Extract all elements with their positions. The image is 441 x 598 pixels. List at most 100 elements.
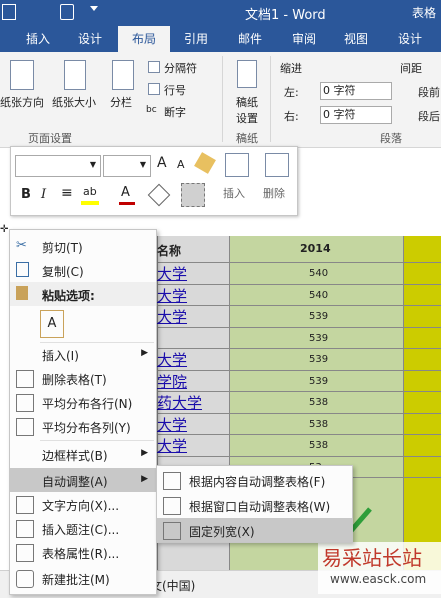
tab-review[interactable]: 审阅 [282,26,326,52]
table-cell-value: 538 [309,440,329,451]
font-name-dropdown[interactable]: ▼ [15,155,101,177]
watermark: 易采站长站 www.easck.com [318,542,441,594]
font-color-icon[interactable]: A [121,185,130,200]
menu-item-new-comment[interactable]: 新建批注(M) [10,566,156,590]
table-row[interactable]: 539 [157,326,441,349]
page-setup-group-label: 页面设置 [28,132,72,145]
table-cell-value: 540 [309,289,329,301]
table-header-name: 名称 [157,244,182,258]
orientation-icon[interactable] [10,60,34,90]
table-row[interactable]: 大学 538 [157,434,441,456]
contextual-tab-group-label: 表格 [412,6,437,20]
manuscript-icon[interactable] [237,60,257,88]
indent-right-input[interactable]: 0 字符 [320,106,392,124]
table-cell-name[interactable]: 学院 [157,371,187,392]
table-cell-name[interactable]: 大学 [157,285,187,306]
print-preview-icon[interactable] [60,4,74,20]
submenu-fit-window[interactable]: 根据窗口自动调整表格(W) [157,493,352,517]
highlight-color-icon[interactable] [81,201,99,205]
tab-layout[interactable]: 布局 [118,26,170,52]
table-row[interactable]: 大学 540 [157,262,441,284]
autofit-submenu: 根据内容自动调整表格(F) 根据窗口自动调整表格(W) 固定列宽(X) [156,465,353,543]
tab-insert[interactable]: 插入 [14,26,62,52]
manuscript-label-1[interactable]: 稿纸 [236,94,258,110]
tab-table-design[interactable]: 设计 [388,26,432,52]
insert-table-icon[interactable] [225,153,249,177]
paragraph-group-label: 段落 [380,132,402,145]
line-numbers-button[interactable]: 行号 [164,82,186,98]
customize-quick-access-icon[interactable] [90,6,98,11]
menu-item-table-properties[interactable]: 表格属性(R)... [10,540,156,564]
menu-item-cut[interactable]: ✂ 剪切(T) [10,234,156,258]
tab-design[interactable]: 设计 [66,26,114,52]
menu-item-border-styles[interactable]: 边框样式(B) ▶ [10,442,156,466]
table-cell-name[interactable]: 大学 [157,435,187,456]
columns-button[interactable]: 分栏 [110,94,132,110]
table-cell-name[interactable]: 大学 [157,306,187,327]
paste-keep-text-only-icon[interactable]: A [40,310,64,338]
menu-paste-options-header: 粘贴选项: [10,282,156,306]
window-title: 文档1 - Word [245,8,326,23]
submenu-arrow-icon: ▶ [141,448,148,458]
bold-button[interactable]: B [21,187,31,202]
table-cell-name[interactable]: 大学 [157,349,187,370]
menu-item-distribute-cols[interactable]: 平均分布各列(Y) [10,414,156,438]
tab-mailings[interactable]: 邮件 [228,26,272,52]
table-row[interactable]: 大学 539 [157,305,441,327]
delete-button[interactable]: 删除 [263,185,285,201]
paste-icon [16,286,28,300]
menu-item-distribute-rows[interactable]: 平均分布各行(N) [10,390,156,414]
paper-size-button[interactable]: 纸张大小 [52,94,96,110]
submenu-fixed-width[interactable]: 固定列宽(X) [157,518,352,542]
text-direction-icon [16,496,34,514]
context-menu: ✂ 剪切(T) 复制(C) 粘贴选项: A 插入(I) ▶ 删除表格(T) 平均分布… [9,229,157,595]
menu-item-insert-caption[interactable]: 插入题注(C)... [10,516,156,540]
breaks-button[interactable]: 分隔符 [164,60,197,76]
distribute-rows-icon [16,394,34,412]
table-properties-icon [16,544,34,562]
grow-font-icon[interactable]: A [157,155,167,171]
shading-icon[interactable] [147,183,171,207]
table-row[interactable]: 大学 540 [157,283,441,306]
borders-icon[interactable] [181,183,205,207]
tab-view[interactable]: 视图 [334,26,378,52]
table-header-2014: 2014 [300,242,331,255]
title-bar: 文档1 - Word 表格 [0,0,441,26]
columns-icon[interactable] [112,60,134,90]
orientation-button[interactable]: 纸张方向 [0,94,44,110]
indent-left-input[interactable]: 0 字符 [320,82,392,100]
submenu-arrow-icon: ▶ [141,348,148,358]
menu-item-text-direction[interactable]: 文字方向(X)... [10,492,156,516]
scissors-icon: ✂ [16,238,27,253]
manuscript-group-label: 稿纸 [236,132,258,145]
table-row[interactable]: 学院 539 [157,369,441,392]
menu-item-copy[interactable]: 复制(C) [10,258,156,282]
table-row[interactable]: 药大学 538 [157,391,441,413]
table-cell-name[interactable]: 大学 [157,263,187,284]
italic-button[interactable]: I [41,187,46,202]
insert-button[interactable]: 插入 [223,185,245,201]
manuscript-label-2[interactable]: 设置 [236,110,258,126]
delete-table-icon[interactable] [265,153,289,177]
table-cell-name[interactable]: 药大学 [157,392,202,413]
table-row[interactable]: 大学 539 [157,348,441,370]
menu-item-autofit[interactable]: 自动调整(A) ▶ [10,468,156,492]
paper-size-icon[interactable] [64,60,86,90]
tab-references[interactable]: 引用 [174,26,218,52]
caption-icon [16,520,34,538]
format-painter-icon[interactable] [194,152,216,174]
ribbon-layout: 纸张方向 纸张大小 分栏 分隔符 行号 bc 断字 页面设置 稿纸 设置 稿纸 … [0,52,441,148]
indent-left-label: 左: [284,86,299,99]
watermark-title: 易采站长站 [322,546,422,570]
submenu-fit-contents[interactable]: 根据内容自动调整表格(F) [157,468,352,492]
menu-item-delete-table[interactable]: 删除表格(T) [10,366,156,390]
fit-contents-icon [163,472,181,490]
menu-item-insert[interactable]: 插入(I) ▶ [10,342,156,366]
table-row[interactable]: 大学 538 [157,412,441,435]
table-cell-name[interactable]: 大学 [157,414,187,435]
shrink-font-icon[interactable]: A [177,158,185,171]
save-icon[interactable] [2,4,16,20]
hyphenation-button[interactable]: 断字 [164,104,186,120]
align-center-icon[interactable]: ≡ [61,185,73,201]
font-size-dropdown[interactable]: ▼ [103,155,151,177]
